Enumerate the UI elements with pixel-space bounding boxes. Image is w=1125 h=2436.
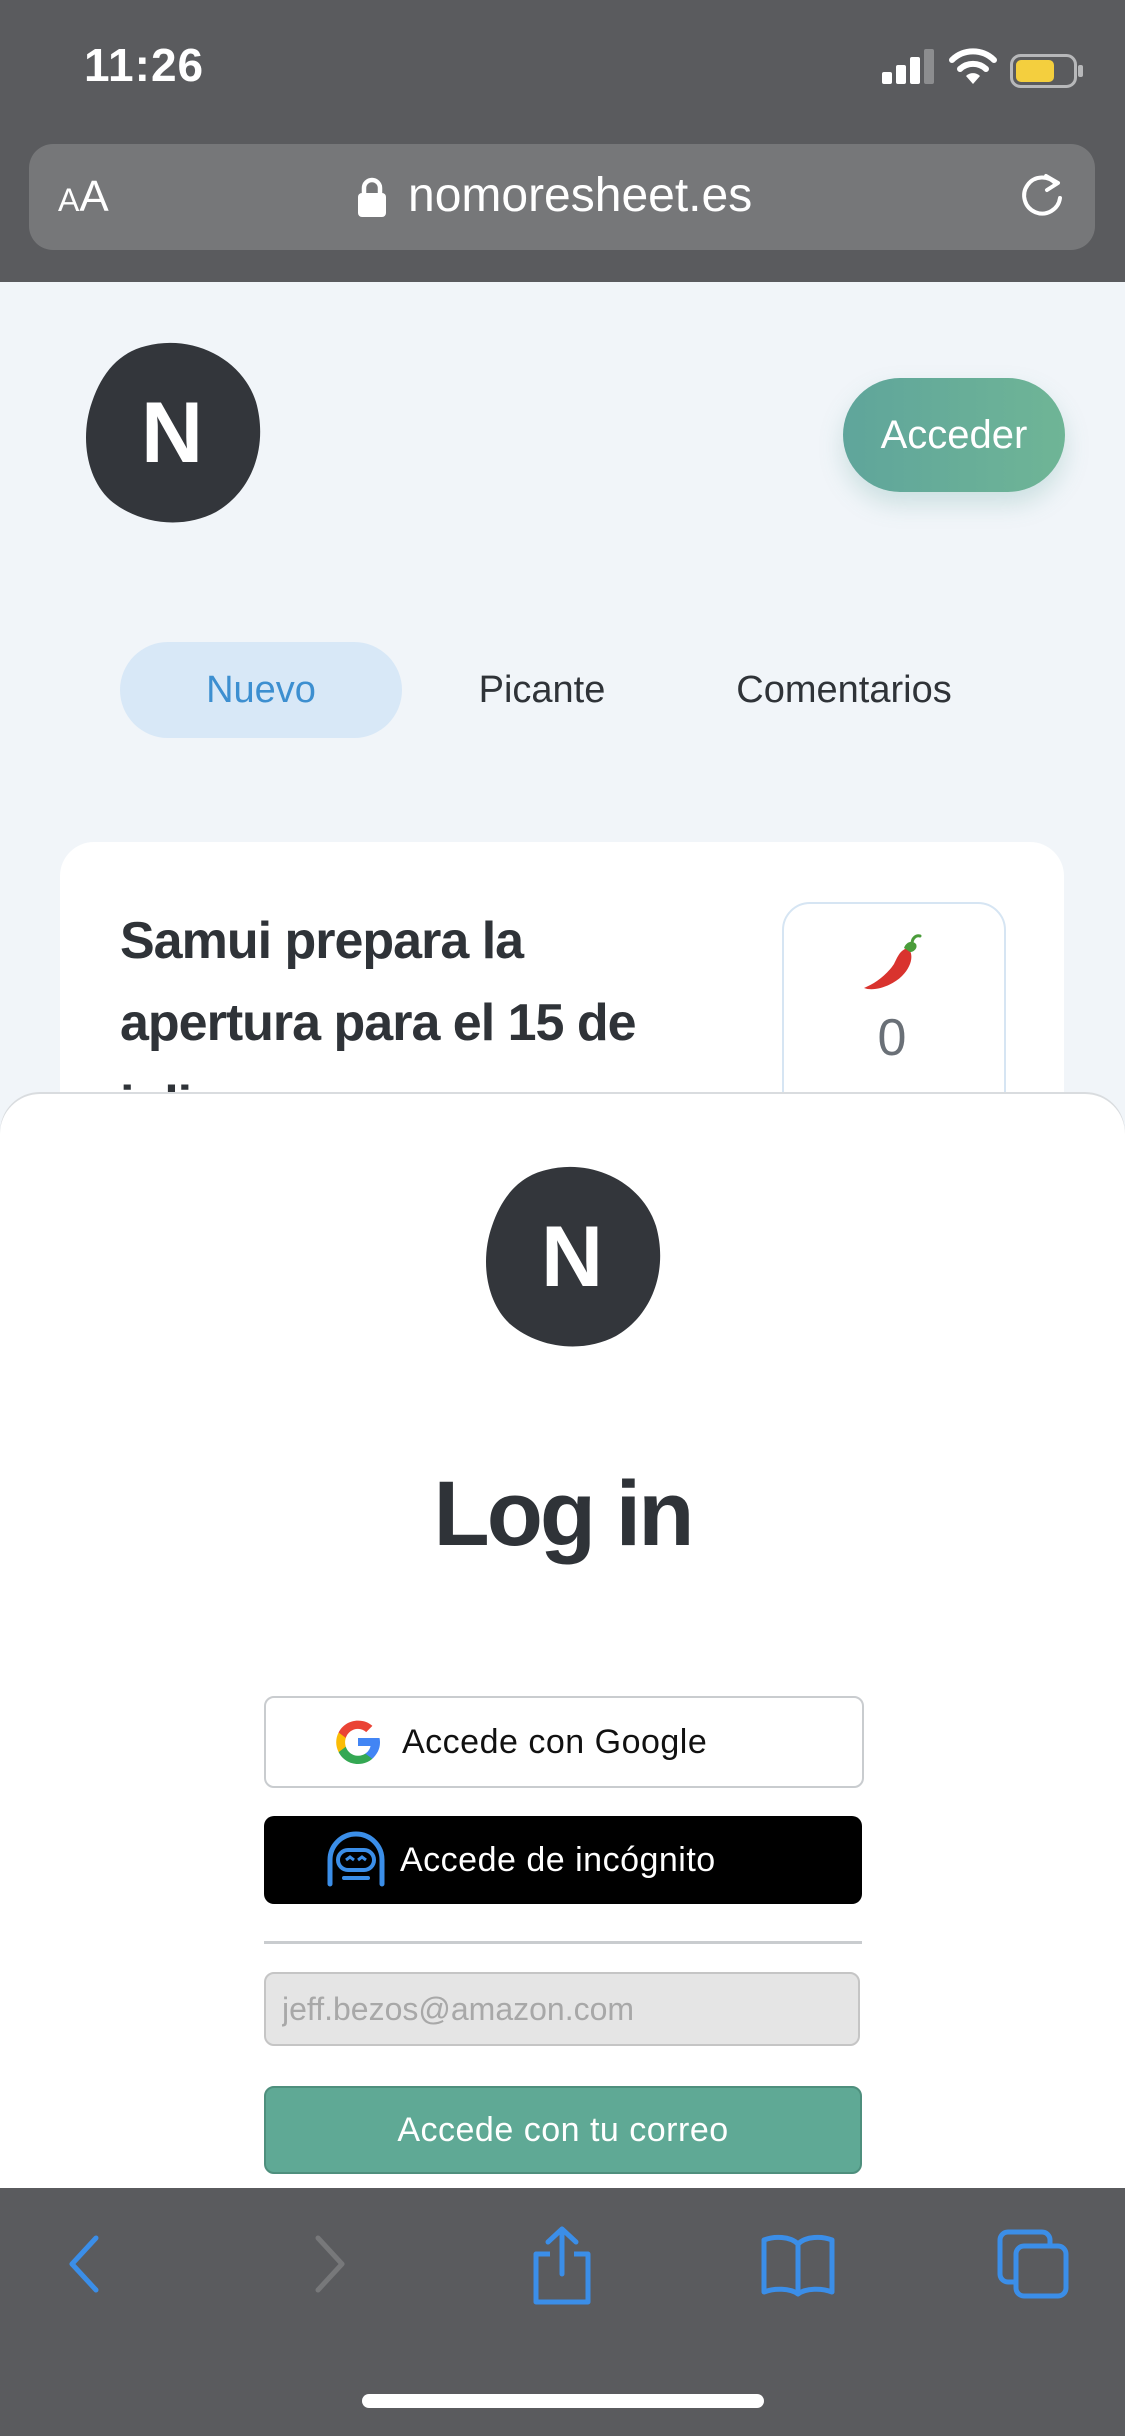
modal-logo: N [486,1166,661,1347]
battery-icon [1010,54,1083,88]
incognito-login-label: Accede de incógnito [400,1841,716,1879]
incognito-login-button[interactable]: Accede de incógnito [264,1816,862,1904]
bookmarks-icon[interactable] [760,2232,836,2298]
reload-icon[interactable] [1016,170,1068,222]
text-size-small-label: A [58,182,80,218]
back-icon[interactable] [62,2232,110,2296]
vote-count: 0 [877,1009,907,1067]
share-icon[interactable] [528,2226,596,2306]
email-login-button[interactable]: Accede con tu correo [264,2086,862,2174]
text-size-big-label: A [79,172,109,221]
wifi-icon [949,48,997,84]
status-time: 11:26 [84,39,205,91]
email-input[interactable] [264,1972,860,2046]
google-icon [336,1720,380,1764]
tabs-icon[interactable] [996,2228,1070,2300]
tab-nuevo[interactable]: Nuevo [120,642,402,738]
logo-letter: N [141,385,203,481]
home-indicator [362,2394,764,2408]
login-title: Log in [433,1463,695,1565]
lock-icon [358,177,386,217]
login-button[interactable]: Acceder [843,378,1065,492]
url-domain[interactable]: nomoresheet.es [408,168,752,223]
divider [264,1941,862,1944]
incognito-robot-icon [327,1831,385,1887]
cellular-signal-icon [882,49,934,84]
site-logo[interactable]: N [84,340,264,526]
forward-icon[interactable] [304,2232,352,2296]
text-size-button[interactable]: AA [58,172,109,222]
google-login-label: Accede con Google [402,1723,708,1761]
modal-logo-letter: N [541,1209,603,1305]
google-login-button[interactable]: Accede con Google [264,1696,864,1788]
tab-comentarios[interactable]: Comentarios [700,642,988,738]
chili-pepper-icon [864,934,922,990]
tab-picante[interactable]: Picante [440,642,644,738]
